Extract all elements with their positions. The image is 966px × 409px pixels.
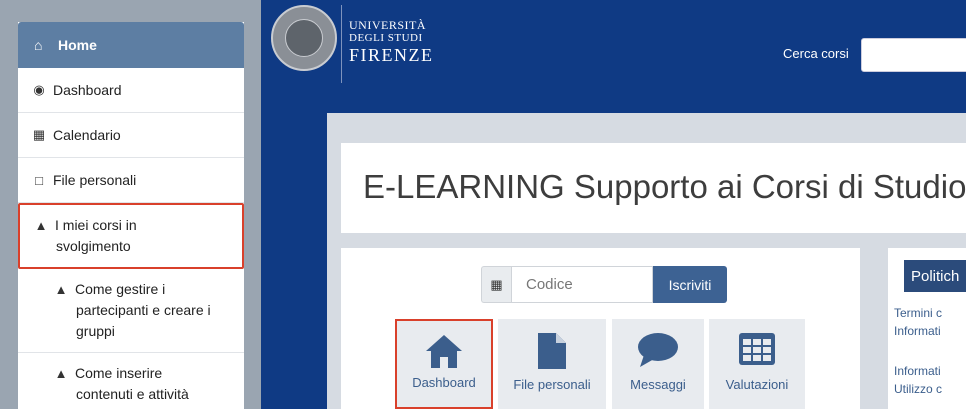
sidebar-item-label-line2: svolgimento <box>56 238 131 254</box>
sidebar-item-label-line1: Come inserire <box>75 365 163 381</box>
sidebar-nav: ⌂ Home ◉ Dashboard ▦ Calendario □ File p… <box>18 22 244 409</box>
policy-link[interactable]: Informati <box>894 324 941 338</box>
policy-card: Politich Termini c Informati Informati U… <box>888 248 966 409</box>
university-seal-logo[interactable] <box>271 5 337 71</box>
sidebar-item-label-line2: contenuti e attività <box>76 386 189 402</box>
policy-link[interactable]: Informati <box>894 364 941 378</box>
sidebar-item-course-gruppi[interactable]: ▲ Come gestire i partecipanti e creare i … <box>18 269 244 353</box>
sidebar-item-calendario[interactable]: ▦ Calendario <box>18 113 244 158</box>
tile-dashboard[interactable]: Dashboard <box>395 319 493 409</box>
sidebar-item-label-line1: Come gestire i <box>75 281 166 297</box>
enroll-button[interactable]: Iscriviti <box>653 266 727 303</box>
quick-access-card: ▦ Codice Iscriviti Dashboard File person… <box>341 248 860 409</box>
tile-messaggi[interactable]: Messaggi <box>612 319 704 409</box>
brand-divider <box>341 5 342 83</box>
file-icon <box>538 333 566 369</box>
chat-bubble-icon <box>638 333 678 367</box>
search-label: Cerca corsi <box>783 46 849 61</box>
table-grid-icon <box>739 333 775 365</box>
university-name-line3: FIRENZE <box>349 45 434 65</box>
file-icon: □ <box>35 172 43 188</box>
home-icon: ⌂ <box>34 37 43 53</box>
graduation-cap-icon: ▲ <box>34 218 48 233</box>
sidebar-item-label-line3: gruppi <box>76 323 115 339</box>
header: UNIVERSITÀ DEGLI STUDI FIRENZE Cerca cor… <box>261 0 966 85</box>
sidebar-item-label: File personali <box>53 172 137 188</box>
tile-label: Messaggi <box>630 377 686 392</box>
sidebar: ⌂ Home ◉ Dashboard ▦ Calendario □ File p… <box>0 0 261 409</box>
policy-heading: Politich <box>904 260 966 292</box>
policy-link[interactable]: Termini c <box>894 306 942 320</box>
sidebar-item-home[interactable]: ⌂ Home <box>18 22 244 68</box>
sidebar-item-label-line2: partecipanti e creare i <box>76 302 211 318</box>
tile-file-personali[interactable]: File personali <box>498 319 606 409</box>
sidebar-item-label: Calendario <box>53 127 121 143</box>
sidebar-item-label-line1: I miei corsi in <box>55 217 137 233</box>
tachometer-icon: ◉ <box>33 82 45 97</box>
qr-code-icon[interactable]: ▦ <box>481 266 511 303</box>
page-title: E-LEARNING Supporto ai Corsi di Studio <box>363 168 966 205</box>
sidebar-item-dashboard[interactable]: ◉ Dashboard <box>18 68 244 113</box>
search-courses-input[interactable] <box>861 38 966 72</box>
home-icon <box>426 335 462 368</box>
university-name-line1: UNIVERSITÀ <box>349 18 426 32</box>
tile-label: Dashboard <box>412 375 476 390</box>
sidebar-item-label: Dashboard <box>53 82 122 98</box>
university-name-line2: DEGLI STUDI <box>349 32 423 44</box>
sidebar-item-file-personali[interactable]: □ File personali <box>18 158 244 203</box>
graduation-cap-icon: ▲ <box>54 282 68 297</box>
sidebar-item-label: Home <box>58 37 97 53</box>
tile-label: Valutazioni <box>725 377 789 392</box>
calendar-icon: ▦ <box>32 127 46 142</box>
policy-link[interactable]: Utilizzo c <box>894 382 942 396</box>
tile-label: File personali <box>513 377 591 392</box>
sidebar-item-my-courses[interactable]: ▲ I miei corsi in svolgimento <box>18 203 244 269</box>
sidebar-item-course-contenuti[interactable]: ▲ Come inserire contenuti e attività <box>18 353 244 409</box>
graduation-cap-icon: ▲ <box>54 366 68 381</box>
title-card: E-LEARNING Supporto ai Corsi di Studio <box>341 143 966 233</box>
tile-valutazioni[interactable]: Valutazioni <box>709 319 805 409</box>
course-code-input[interactable]: Codice <box>511 266 653 303</box>
